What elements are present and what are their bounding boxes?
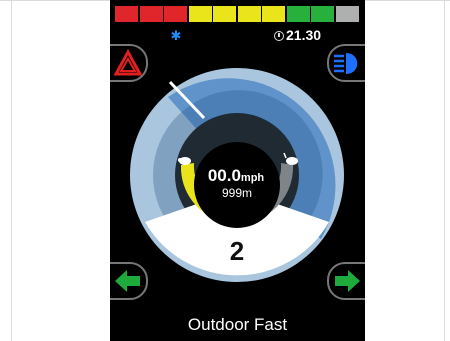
controller-display: ✱ 21.30 00.0mph 999m 2 Outdoor Fast: [110, 0, 365, 341]
left-button[interactable]: [110, 262, 148, 300]
speed-readout-bg: [194, 142, 280, 228]
distance-value: 999m: [222, 186, 252, 200]
speed-setting-number: 2: [230, 236, 244, 266]
speed-unit: mph: [241, 172, 265, 184]
frame-right-line: [444, 0, 445, 341]
right-button[interactable]: [327, 262, 365, 300]
left-arrow-icon: [115, 270, 140, 292]
right-arrow-icon: [335, 270, 360, 292]
drive-mode-label: Outdoor Fast: [187, 315, 288, 334]
speed-value: 00.0: [208, 166, 241, 185]
frame-left-line: [11, 0, 12, 341]
speed-dial: 00.0mph 999m 2: [130, 68, 344, 282]
